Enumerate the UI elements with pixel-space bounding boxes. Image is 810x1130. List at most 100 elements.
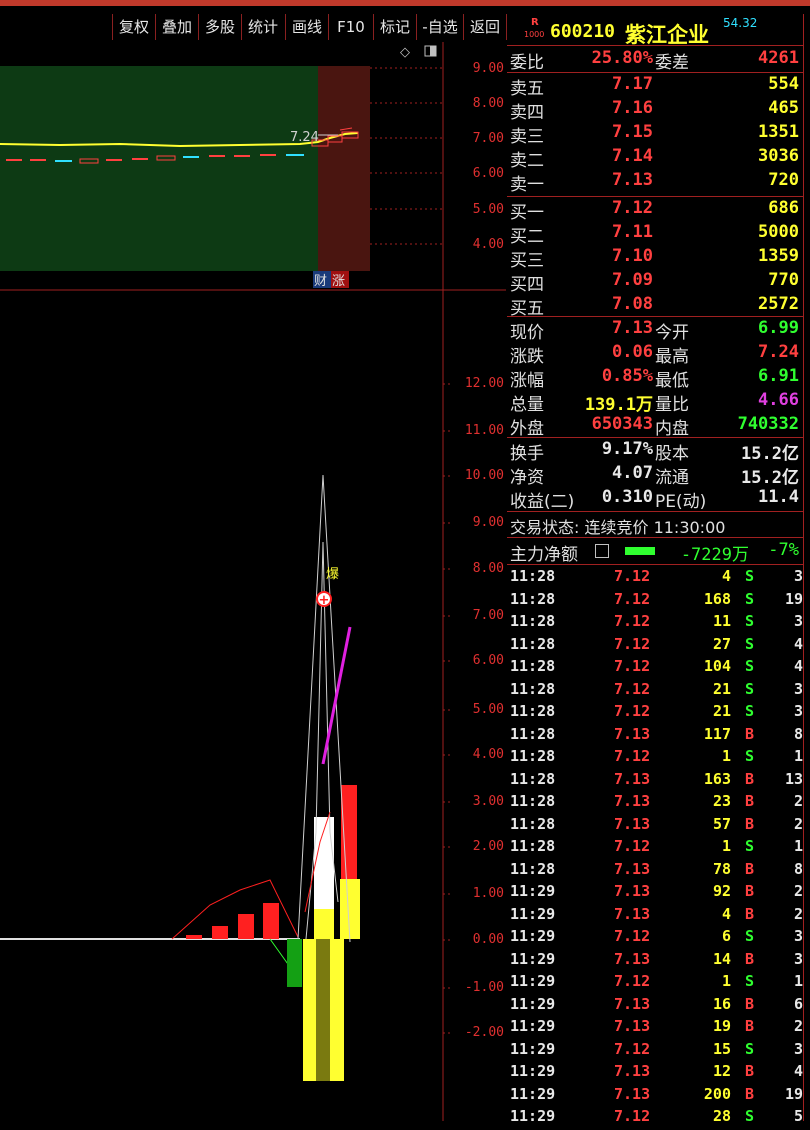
tick-time: 11:29 <box>510 994 556 1013</box>
tick-row: 11:29 7.13 92 B 2 <box>507 882 803 905</box>
lower-ytick: 12.00 <box>464 376 504 391</box>
main-flow-row: 主力净额 -7229万 -7% <box>510 540 799 565</box>
tick-count: 4 <box>793 1062 803 1080</box>
lower-ytick: 9.00 <box>472 515 504 530</box>
buy-price: 7.10 <box>612 246 653 266</box>
stat-label: 外盘 <box>510 419 544 439</box>
stat-label: 涨跌 <box>510 347 544 367</box>
stat2-row: 换手 9.17% 股本 15.2亿 <box>507 439 803 464</box>
tick-price: 7.13 <box>614 904 651 923</box>
tick-count: 2 <box>793 882 803 900</box>
lower-ytick: 4.00 <box>472 747 504 762</box>
tick-direction: B <box>745 814 755 833</box>
tick-direction: B <box>745 859 755 878</box>
tick-volume: 21 <box>712 702 731 720</box>
tick-direction: B <box>745 769 755 788</box>
buy-label: 买二 <box>510 227 544 247</box>
tick-price: 7.12 <box>614 612 651 630</box>
tick-row: 11:29 7.13 16 B 6 <box>507 995 803 1018</box>
tick-time: 11:29 <box>510 904 556 923</box>
stat-label-2: 最低 <box>655 371 689 391</box>
toolbar-button-huaxian[interactable]: 画线 <box>285 14 328 40</box>
stock-code: 600210 <box>550 21 616 42</box>
stat-label-2: 今开 <box>655 323 689 343</box>
stat2-label-2: 股本 <box>655 444 689 464</box>
tick-row: 11:28 7.12 1 S 1 <box>507 747 803 770</box>
upper-bg-red <box>318 66 370 271</box>
toolbar-button-fuquan[interactable]: 复权 <box>112 14 155 40</box>
toolbar-button-biaoji[interactable]: 标记 <box>373 14 416 40</box>
tick-direction: B <box>745 949 755 968</box>
tick-direction: S <box>745 972 755 990</box>
tick-count: 1 <box>793 747 803 765</box>
buy-label: 买一 <box>510 203 544 223</box>
tick-count: 8 <box>793 724 803 743</box>
tick-time: 11:29 <box>510 1017 556 1035</box>
list-icon[interactable] <box>595 544 609 558</box>
tick-time: 11:28 <box>510 679 556 698</box>
stat-value-2: 6.91 <box>758 366 799 386</box>
toolbar-button-zixuan[interactable]: -自选 <box>416 14 463 40</box>
diamond-icon[interactable]: ◇ <box>400 45 410 60</box>
tick-direction: S <box>745 634 755 653</box>
lower-ytick: 2.00 <box>472 839 504 854</box>
sell-row: 卖五 7.17 554 <box>507 74 803 99</box>
tick-direction: B <box>745 1084 755 1103</box>
tick-count: 6 <box>793 994 803 1013</box>
window-title-strip <box>0 0 810 6</box>
green-bar <box>287 939 302 987</box>
tick-row: 11:29 7.13 200 B 19 <box>507 1085 803 1108</box>
tick-count: 2 <box>793 792 803 810</box>
svg-text:+: + <box>319 593 330 608</box>
toolbar-button-fanhui[interactable]: 返回 <box>463 14 507 40</box>
tick-count: 19 <box>784 1084 803 1103</box>
tick-direction: S <box>745 927 755 945</box>
tick-time: 11:28 <box>510 567 556 585</box>
buy-row: 买三 7.10 1359 <box>507 246 803 271</box>
tick-row: 11:28 7.12 27 S 4 <box>507 635 803 658</box>
toolbar-button-tongji[interactable]: 统计 <box>241 14 284 40</box>
tick-direction: B <box>745 1062 755 1080</box>
toolbar-button-diejia[interactable]: 叠加 <box>155 14 198 40</box>
stat2-row: 净资 4.07 流通 15.2亿 <box>507 463 803 488</box>
tick-row: 11:29 7.13 19 B 2 <box>507 1017 803 1040</box>
tick-row: 11:28 7.12 11 S 3 <box>507 612 803 635</box>
stat-label: 总量 <box>510 395 544 415</box>
tick-price: 7.13 <box>614 814 651 833</box>
buy-row: 买五 7.08 2572 <box>507 294 803 319</box>
tick-volume: 19 <box>712 1017 731 1035</box>
toolbar-button-duogu[interactable]: 多股 <box>198 14 241 40</box>
tick-volume: 163 <box>703 769 731 788</box>
tick-price: 7.12 <box>614 657 651 675</box>
lower-ytick: 5.00 <box>472 702 504 717</box>
toolbar-button-f10[interactable]: F10 <box>328 14 373 40</box>
buy-price: 7.09 <box>612 270 653 290</box>
tick-price: 7.13 <box>614 1017 651 1035</box>
tick-row: 11:28 7.12 168 S 19 <box>507 590 803 613</box>
tick-direction: S <box>745 567 755 585</box>
chart-area[interactable]: 7.24 财 涨 ◇ + 爆 9.00 8.00 7.00 6.00 5.00 … <box>0 42 506 1121</box>
stat-value: 7.13 <box>612 318 653 338</box>
tick-time: 11:28 <box>510 747 556 765</box>
upper-gridlines <box>370 67 442 245</box>
upper-ytick: 6.00 <box>472 166 504 181</box>
trade-status: 交易状态: 连续竞价 11:30:00 <box>510 518 726 537</box>
stat-label-2: 最高 <box>655 347 689 367</box>
stat2-label: 净资 <box>510 468 544 488</box>
stat-value-2: 740332 <box>737 414 799 434</box>
tick-volume: 11 <box>712 612 731 630</box>
stat2-value-2: 15.2亿 <box>741 468 799 488</box>
tick-row: 11:28 7.13 78 B 8 <box>507 860 803 883</box>
upper-bg-green <box>0 66 318 271</box>
sell-row: 卖四 7.16 465 <box>507 98 803 123</box>
tick-direction: S <box>745 702 755 720</box>
weibi-row: 委比 25.80% 委差 4261 <box>510 48 799 73</box>
sell-volume: 465 <box>768 98 799 118</box>
stat-value: 0.06 <box>612 342 653 362</box>
tick-count: 2 <box>793 1017 803 1035</box>
tick-row: 11:28 7.12 21 S 3 <box>507 680 803 703</box>
lower-ytick: 0.00 <box>472 932 504 947</box>
tick-price: 7.12 <box>614 1107 651 1125</box>
tick-time: 11:28 <box>510 634 556 653</box>
buy-volume: 770 <box>768 270 799 290</box>
